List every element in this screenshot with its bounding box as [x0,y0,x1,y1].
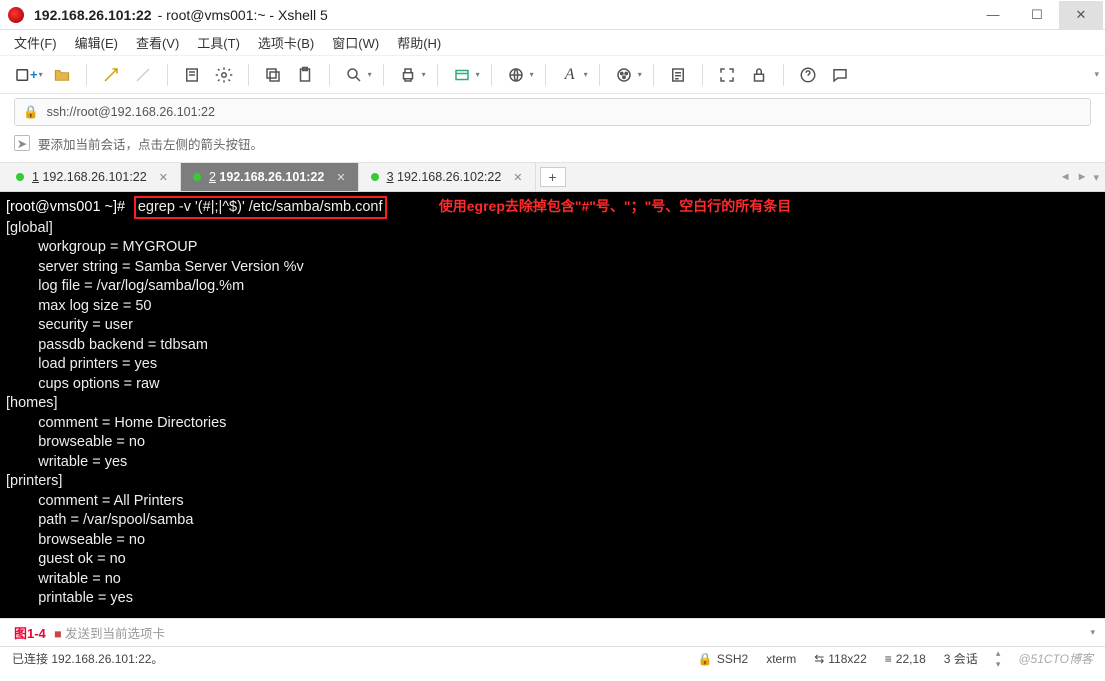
title-bar: 192.168.26.101:22 - root@vms001:~ - Xshe… [0,0,1105,30]
status-dot-icon [371,173,379,181]
window-subtitle: - root@vms001:~ - Xshell 5 [158,7,328,23]
tab-scroll-left-icon[interactable]: ◄ [1060,171,1071,183]
status-dot-icon [193,173,201,181]
web-button[interactable]: ▾ [503,62,534,88]
new-tab-button[interactable]: + [540,167,566,187]
toolbar: +▾ ▾ ▾ ▾ ▾ A▾ ▾ ▾ [0,56,1105,94]
send-bar[interactable]: 图1-4 ■ 发送到当前选项卡 ▾ [0,618,1105,646]
fullscreen-button[interactable] [714,62,740,88]
status-size: ⇆ 118x22 [814,652,867,666]
tab-list-icon[interactable]: ▾ [1093,171,1099,184]
color-button[interactable]: ▾ [611,62,642,88]
lock-button[interactable] [746,62,772,88]
terminal-output: [global] workgroup = MYGROUP server stri… [6,220,304,607]
toolbar-overflow-icon[interactable]: ▾ [1094,69,1099,80]
xftp-button[interactable]: ▾ [449,62,480,88]
address-text: ssh://root@192.168.26.101:22 [47,105,215,119]
send-placeholder: ■ 发送到当前选项卡 [54,623,165,642]
hint-text: 要添加当前会话，点击左侧的箭头按钮。 [38,134,263,153]
status-termtype: xterm [766,652,796,666]
reconnect-button[interactable] [98,62,124,88]
log-button[interactable] [665,62,691,88]
annotation-text: 使用egrep去除掉包含"#"号、"；"号、空白行的所有条目 [439,198,791,214]
maximize-button[interactable]: ☐ [1015,1,1059,29]
hint-bar: ➤ 要添加当前会话，点击左侧的箭头按钮。 [14,130,1091,156]
tab-close-icon[interactable]: ✕ [513,171,522,184]
tab-scroll-right-icon[interactable]: ► [1077,171,1088,183]
menu-window[interactable]: 窗口(W) [332,33,379,52]
print-button[interactable]: ▾ [395,62,426,88]
help-button[interactable] [795,62,821,88]
status-bar: 已连接 192.168.26.101:22。 🔒 SSH2 xterm ⇆ 11… [0,646,1105,670]
app-icon [8,7,24,23]
menu-edit[interactable]: 编辑(E) [75,33,118,52]
window-title: 192.168.26.101:22 [34,7,152,23]
feedback-button[interactable] [827,62,853,88]
font-button[interactable]: A▾ [557,62,588,88]
shell-prompt: [root@vms001 ~]# [6,199,125,215]
status-cursor: ≡ 22,18 [885,652,926,666]
tab-strip: 1 192.168.26.101:22 ✕ 2 192.168.26.101:2… [0,162,1105,192]
copy-button[interactable] [260,62,286,88]
tab-session-3[interactable]: 3 192.168.26.102:22 ✕ [359,163,536,191]
status-protocol: 🔒 SSH2 [698,652,748,666]
settings-button[interactable] [211,62,237,88]
watermark: @51CTO博客 [1018,650,1093,667]
minimize-button[interactable]: — [971,1,1015,29]
menu-bar: 文件(F) 编辑(E) 查看(V) 工具(T) 选项卡(B) 窗口(W) 帮助(… [0,30,1105,56]
status-sessions-caret[interactable]: ▴▾ [996,648,1001,670]
find-button[interactable]: ▾ [341,62,372,88]
status-connected: 已连接 192.168.26.101:22。 [12,650,163,667]
menu-help[interactable]: 帮助(H) [397,33,441,52]
command-highlight: egrep -v '(#|;|^$)' /etc/samba/smb.conf [134,196,387,219]
menu-file[interactable]: 文件(F) [14,33,57,52]
menu-tools[interactable]: 工具(T) [197,33,240,52]
sendbar-overflow-icon[interactable]: ▾ [1090,627,1095,638]
tab-session-1[interactable]: 1 192.168.26.101:22 ✕ [4,163,181,191]
status-sessions: 3 会话 [944,650,978,667]
tab-close-icon[interactable]: ✕ [159,171,168,184]
terminal[interactable]: [root@vms001 ~]# egrep -v '(#|;|^$)' /et… [0,192,1105,618]
lock-icon: 🔒 [23,105,39,120]
add-session-arrow-icon[interactable]: ➤ [14,135,30,151]
new-session-button[interactable]: +▾ [10,62,43,88]
disconnect-button[interactable] [130,62,156,88]
paste-button[interactable] [292,62,318,88]
tab-session-2[interactable]: 2 192.168.26.101:22 ✕ [181,163,359,191]
menu-view[interactable]: 查看(V) [136,33,179,52]
close-button[interactable]: ✕ [1059,1,1103,29]
tab-close-icon[interactable]: ✕ [336,171,345,184]
open-button[interactable] [49,62,75,88]
properties-button[interactable] [179,62,205,88]
address-bar[interactable]: 🔒 ssh://root@192.168.26.101:22 [14,98,1091,126]
status-dot-icon [16,173,24,181]
menu-tabs[interactable]: 选项卡(B) [258,33,314,52]
figure-label: 图1-4 [14,623,46,642]
